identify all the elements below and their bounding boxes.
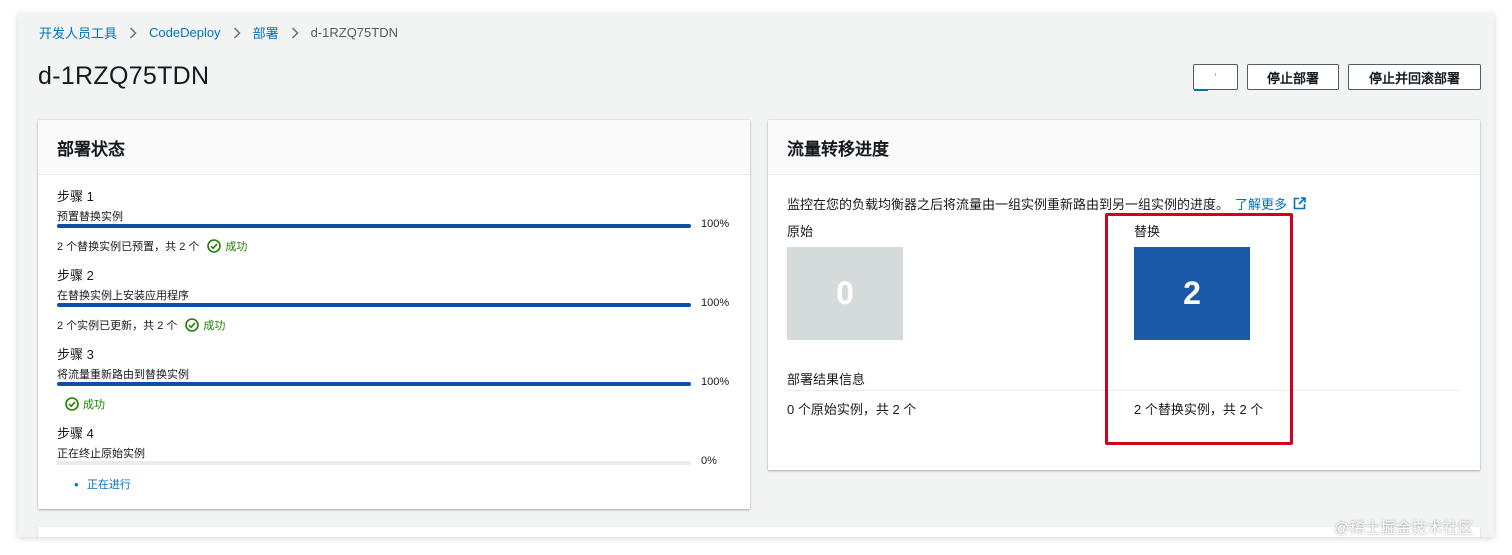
next-panel-edge xyxy=(38,527,1480,537)
in-progress-label: 正在进行 xyxy=(86,479,131,491)
step-description: 正在终止原始实例 xyxy=(57,448,145,460)
step-2: 步骤 2 在替换实例上安装应用程序 100% 2 个实例已更新，共 2 个 成功 xyxy=(57,265,737,332)
step-status-text: 2 个替换实例已预置，共 2 个 xyxy=(57,241,200,253)
spinner-icon: ● xyxy=(74,479,79,489)
external-link-icon xyxy=(1293,197,1306,210)
chevron-right-icon xyxy=(129,26,137,39)
watermark: @稀土掘金技术社区 xyxy=(1334,520,1474,537)
in-progress-status: ● 正在进行 xyxy=(74,476,131,492)
deployment-status-title: 部署状态 xyxy=(38,120,750,175)
traffic-shift-description: 监控在您的负载均衡器之后将流量由一组实例重新路由到另一组实例的进度。 了解更多 xyxy=(787,194,1306,213)
progress-percent: 0% xyxy=(701,455,717,467)
step-status: 成功 xyxy=(57,396,105,412)
check-circle-icon xyxy=(185,318,200,332)
step-title: 步骤 3 xyxy=(57,347,94,362)
check-circle-icon xyxy=(65,397,79,411)
step-description: 预置替换实例 xyxy=(57,211,123,223)
deployment-status-panel: 部署状态 步骤 1 预置替换实例 100% 2 个替换实例已预置，共 2 个 成… xyxy=(38,120,750,509)
stop-deployment-button[interactable]: 停止部署 xyxy=(1247,64,1339,90)
chevron-right-icon xyxy=(233,26,241,39)
check-circle-icon xyxy=(207,239,222,253)
step-status: 2 个实例已更新，共 2 个 成功 xyxy=(57,317,225,333)
success-status: 成功 xyxy=(65,396,105,412)
progress-bar xyxy=(57,303,691,307)
learn-more-link[interactable]: 了解更多 xyxy=(1235,194,1306,213)
success-label: 成功 xyxy=(225,241,248,253)
progress-percent: 100% xyxy=(701,297,730,309)
progress-fill xyxy=(57,303,691,307)
progress-percent: 100% xyxy=(701,218,730,230)
step-status-text: 2 个实例已更新，共 2 个 xyxy=(57,320,178,332)
original-result: 0 个原始实例，共 2 个 xyxy=(787,402,917,417)
original-count-tile: 0 xyxy=(787,247,903,340)
learn-more-label: 了解更多 xyxy=(1235,197,1288,212)
progress-bar xyxy=(57,224,691,228)
step-description: 将流量重新路由到替换实例 xyxy=(57,369,189,381)
step-4: 步骤 4 正在终止原始实例 0% ● 正在进行 xyxy=(57,423,737,491)
step-1: 步骤 1 预置替换实例 100% 2 个替换实例已预置，共 2 个 成功 xyxy=(57,186,737,253)
step-title: 步骤 2 xyxy=(57,268,94,283)
progress-bar xyxy=(57,461,691,465)
success-status: 成功 xyxy=(207,238,247,254)
page-title: d-1RZQ75TDN xyxy=(38,62,210,90)
success-label: 成功 xyxy=(203,320,226,332)
progress-bar xyxy=(57,382,691,386)
progress-fill xyxy=(57,224,691,228)
result-info-title: 部署结果信息 xyxy=(787,372,866,387)
breadcrumb-current: d-1RZQ75TDN xyxy=(310,25,398,40)
highlight-box xyxy=(1105,213,1293,445)
small-action-label: ‘ xyxy=(1214,71,1217,83)
stop-and-rollback-button[interactable]: 停止并回滚部署 xyxy=(1348,64,1481,90)
step-status: 2 个替换实例已预置，共 2 个 成功 xyxy=(57,238,247,254)
traffic-shift-title: 流量转移进度 xyxy=(768,120,1480,175)
small-action-button[interactable]: ‘ xyxy=(1193,64,1238,91)
step-title: 步骤 4 xyxy=(57,426,94,441)
original-label: 原始 xyxy=(787,224,814,239)
progress-fill xyxy=(57,382,691,386)
success-label: 成功 xyxy=(83,399,105,411)
breadcrumb-developer-tools[interactable]: 开发人员工具 xyxy=(39,23,117,42)
description-text: 监控在您的负载均衡器之后将流量由一组实例重新路由到另一组实例的进度。 xyxy=(787,197,1230,212)
progress-percent: 100% xyxy=(701,376,730,388)
chevron-right-icon xyxy=(291,26,299,39)
breadcrumb: 开发人员工具 CodeDeploy 部署 d-1RZQ75TDN xyxy=(39,23,398,42)
step-status: ● 正在进行 xyxy=(57,476,131,492)
success-status: 成功 xyxy=(185,317,225,333)
breadcrumb-deployments[interactable]: 部署 xyxy=(253,23,279,42)
step-title: 步骤 1 xyxy=(57,189,94,204)
step-3: 步骤 3 将流量重新路由到替换实例 100% 成功 xyxy=(57,344,737,411)
focus-indicator xyxy=(1194,89,1208,91)
step-description: 在替换实例上安装应用程序 xyxy=(57,290,189,302)
breadcrumb-codedeploy[interactable]: CodeDeploy xyxy=(149,25,221,40)
